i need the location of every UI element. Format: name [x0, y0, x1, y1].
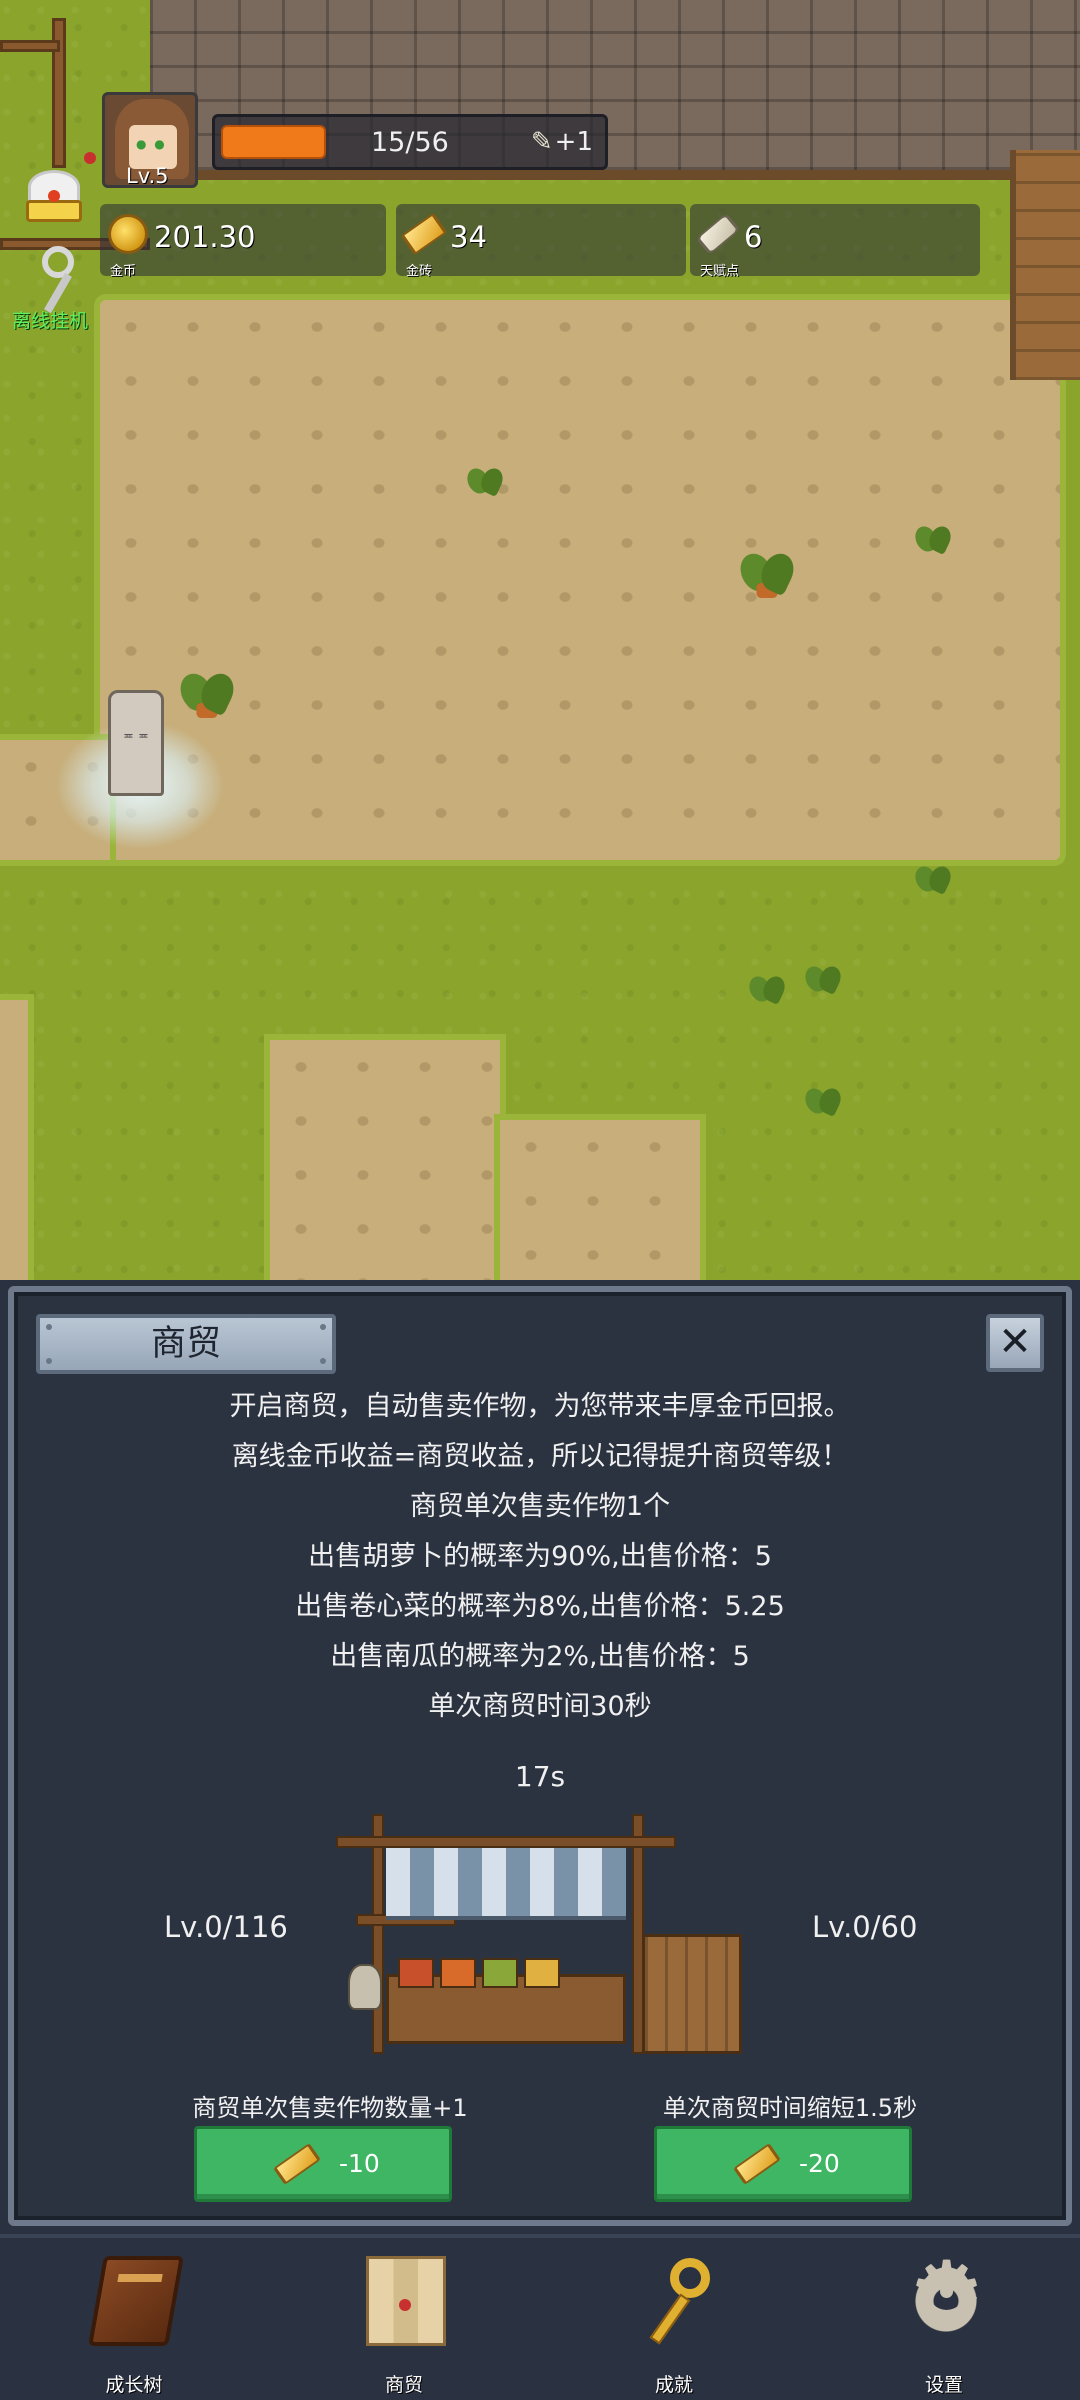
nav-label: 商贸 [384, 2374, 423, 2396]
xp-text: 15/56 [371, 127, 449, 158]
dirt-path [270, 1040, 500, 1280]
dirt-texture [270, 1040, 500, 1280]
upgrade-cost: -20 [799, 2149, 840, 2178]
resource-gold-coins[interactable]: 201.30 金币 [100, 204, 386, 279]
crop-sprout[interactable] [800, 1078, 846, 1118]
resource-talent-points[interactable]: 6 天赋点 [690, 204, 980, 279]
stall-post [372, 1814, 384, 2054]
desc-line: 离线金币收益=商贸收益，所以记得提升商贸等级！ [231, 1441, 849, 1472]
idle-mode-label[interactable]: 离线挂机 [12, 306, 88, 333]
desc-line: 开启商贸，自动售卖作物，为您带来丰厚金币回报。 [229, 1391, 851, 1422]
panel-title-plate: 商贸 [36, 1314, 336, 1374]
crop-carrot[interactable] [733, 538, 802, 598]
crown-band [26, 200, 82, 222]
produce-crate [398, 1958, 434, 1988]
produce-crate [524, 1958, 560, 1988]
desc-line: 单次商贸时间30秒 [428, 1691, 652, 1722]
gold-bar-icon [400, 212, 448, 256]
crop-sprout[interactable] [462, 458, 508, 498]
close-button[interactable]: ✕ [986, 1314, 1044, 1372]
carrot-root [756, 583, 778, 598]
dirt-texture [500, 1120, 700, 1280]
upgrade-button-trade-time[interactable]: -20 [654, 2126, 912, 2202]
upgrade-button-sell-count[interactable]: -10 [194, 2126, 452, 2202]
upgrade-desc-right: 单次商贸时间缩短1.5秒 [662, 2094, 918, 2122]
stall-awning [386, 1848, 626, 1920]
crop-sprout[interactable] [910, 856, 956, 896]
game-field[interactable] [0, 0, 1080, 1280]
gold-bar-icon [273, 2143, 321, 2185]
nav-growth-tree[interactable]: 成长树 [64, 2256, 204, 2396]
upgrade-level-right: Lv.0/60 [812, 1910, 918, 1944]
barn-wall [1010, 150, 1080, 380]
stall-crate [642, 1934, 742, 2054]
book-icon [88, 2256, 184, 2346]
panel-title: 商贸 [150, 1324, 221, 1364]
trade-panel: 商贸 ✕ 开启商贸，自动售卖作物，为您带来丰厚金币回报。 离线金币收益=商贸收益… [8, 1286, 1072, 2226]
key-ring [42, 246, 74, 278]
coin-icon [108, 214, 148, 254]
desc-line: 出售胡萝卜的概率为90%,出售价格：5 [308, 1541, 772, 1572]
gold-bars-label: 金砖 [406, 264, 433, 279]
market-stall-illustration [336, 1814, 756, 2064]
xp-bonus-value: +1 [554, 127, 593, 157]
crown-gem [48, 190, 60, 202]
bottom-nav: 成长树 商贸 成就 设置 [0, 2234, 1080, 2400]
stall-sack [348, 1964, 382, 2010]
upgrade-level-left: Lv.0/116 [164, 1910, 288, 1944]
produce-crate [482, 1958, 518, 1988]
gold-coins-value: 201.30 [154, 220, 256, 254]
trade-timer: 17s [514, 1760, 566, 1793]
dirt-path [500, 1120, 700, 1280]
player-character[interactable] [108, 690, 164, 796]
talent-points-label: 天赋点 [700, 264, 740, 279]
quill-icon: ✎ [530, 127, 553, 157]
crop-sprout[interactable] [800, 956, 846, 996]
crown-icon[interactable] [22, 166, 86, 222]
key-ring [670, 2258, 710, 2298]
fence-rail [0, 40, 60, 52]
farm-plot[interactable] [100, 300, 1060, 860]
close-icon: ✕ [998, 1319, 1032, 1365]
produce-crate [440, 1958, 476, 1988]
crop-carrot[interactable] [173, 658, 242, 718]
gold-coins-label: 金币 [110, 264, 137, 279]
stall-beam [336, 1836, 676, 1848]
nav-label: 成就 [654, 2374, 693, 2396]
nav-achievements[interactable]: 成就 [604, 2256, 744, 2396]
gear-icon [906, 2250, 986, 2346]
key-shaft [649, 2293, 691, 2345]
xp-bar: 15/56 ✎+1 [212, 114, 608, 170]
nav-label: 设置 [924, 2374, 963, 2396]
scroll-icon [695, 212, 741, 256]
map-icon [366, 2256, 446, 2346]
key-icon [636, 2256, 716, 2346]
crop-sprout[interactable] [744, 966, 790, 1006]
crop-sprout[interactable] [910, 516, 956, 556]
nav-settings[interactable]: 设置 [874, 2250, 1014, 2396]
upgrade-desc-left: 商贸单次售卖作物数量+1 [192, 2094, 468, 2122]
player-level: Lv.5 [126, 164, 169, 188]
carrot-root [196, 703, 218, 718]
xp-bonus: ✎+1 [531, 127, 593, 157]
dirt-path [0, 1000, 28, 1280]
nav-trade[interactable]: 商贸 [334, 2256, 474, 2396]
desc-line: 出售南瓜的概率为2%,出售价格：5 [330, 1641, 750, 1672]
gold-bars-value: 34 [450, 220, 487, 254]
notification-dot [84, 152, 96, 164]
desc-line: 商贸单次售卖作物1个 [409, 1491, 671, 1522]
desc-line: 出售卷心菜的概率为8%,出售价格：5.25 [295, 1591, 785, 1622]
talent-points-value: 6 [744, 220, 763, 254]
dirt-texture [100, 300, 1060, 860]
nav-label: 成长树 [105, 2374, 163, 2396]
upgrade-cost: -10 [339, 2149, 380, 2178]
gold-bar-icon [733, 2143, 781, 2185]
avatar-face [129, 125, 177, 169]
xp-bar-fill [221, 125, 327, 159]
resource-gold-bars[interactable]: 34 金砖 [396, 204, 686, 279]
